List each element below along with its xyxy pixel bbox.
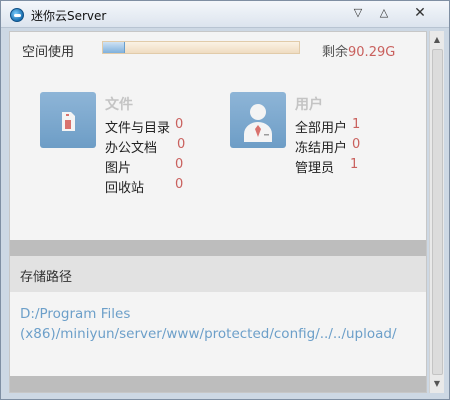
- storage-remaining: 剩余90.29G: [322, 41, 395, 60]
- trash-stat-value: 0: [175, 177, 184, 192]
- storage-usage-fill: [103, 42, 125, 53]
- maximize-button[interactable]: △: [375, 5, 393, 21]
- images-stat-value: 0: [175, 157, 184, 172]
- storage-usage-row: 空间使用 剩余90.29G: [10, 32, 426, 66]
- frozen-users-stat-value: 0: [352, 137, 361, 152]
- admins-stat-label: 管理员: [295, 161, 335, 176]
- storage-remaining-value: 90.29G: [348, 45, 396, 60]
- docs-stat-label: 办公文档: [105, 141, 158, 156]
- main-panel: 空间使用 剩余90.29G 文件 文件与目录 0 办公文档 0 图片 0 回收站…: [9, 31, 427, 393]
- window-title: 迷你云Server: [31, 9, 107, 23]
- all-users-stat-row[interactable]: 全部用户 1: [295, 117, 385, 136]
- minimize-button[interactable]: ▽: [349, 5, 367, 21]
- frozen-users-stat-label: 冻结用户: [295, 141, 348, 156]
- storage-path-value[interactable]: D:/Program Files (x86)/miniyun/server/ww…: [20, 304, 420, 344]
- storage-path-header: 存储路径: [10, 256, 426, 292]
- footer-band: [10, 376, 426, 392]
- admins-stat-row[interactable]: 管理员 1: [295, 157, 385, 176]
- admins-stat-value: 1: [350, 157, 359, 172]
- docs-stat-value: 0: [177, 137, 186, 152]
- users-heading: 用户: [295, 97, 323, 113]
- close-button[interactable]: ✕: [411, 5, 429, 21]
- images-stat-label: 图片: [105, 161, 132, 176]
- storage-path-line-2: (x86)/miniyun/server/www/protected/confi…: [20, 326, 397, 342]
- storage-usage-label: 空间使用: [22, 45, 75, 60]
- user-icon[interactable]: [230, 92, 286, 148]
- trash-stat-row[interactable]: 回收站 0: [105, 177, 195, 196]
- app-window: 迷你云Server ▽ △ ✕ 空间使用 剩余90.29G 文件 文件与目录 0…: [0, 0, 450, 400]
- files-stat-label: 文件与目录: [105, 121, 171, 136]
- app-logo-icon: [10, 8, 24, 22]
- storage-remaining-label: 剩余: [322, 45, 349, 60]
- files-stat-value: 0: [175, 117, 184, 132]
- scroll-up-icon[interactable]: ▲: [430, 33, 444, 47]
- storage-usage-bar: [102, 41, 300, 54]
- trash-stat-label: 回收站: [105, 181, 145, 196]
- vertical-scrollbar[interactable]: ▲ ▼: [429, 31, 444, 393]
- images-stat-row[interactable]: 图片 0: [105, 157, 195, 176]
- files-heading: 文件: [105, 97, 133, 113]
- storage-path-title: 存储路径: [20, 270, 73, 285]
- docs-stat-row[interactable]: 办公文档 0: [105, 137, 195, 156]
- scroll-thumb[interactable]: [432, 49, 443, 375]
- title-bar[interactable]: 迷你云Server ▽ △ ✕: [1, 1, 449, 28]
- file-icon[interactable]: [40, 92, 96, 148]
- all-users-stat-value: 1: [352, 117, 361, 132]
- scroll-down-icon[interactable]: ▼: [430, 377, 444, 391]
- storage-path-line-1: D:/Program Files: [20, 306, 131, 322]
- frozen-users-stat-row[interactable]: 冻结用户 0: [295, 137, 385, 156]
- files-stat-row[interactable]: 文件与目录 0: [105, 117, 195, 136]
- all-users-stat-label: 全部用户: [295, 121, 348, 136]
- section-divider: [10, 240, 426, 256]
